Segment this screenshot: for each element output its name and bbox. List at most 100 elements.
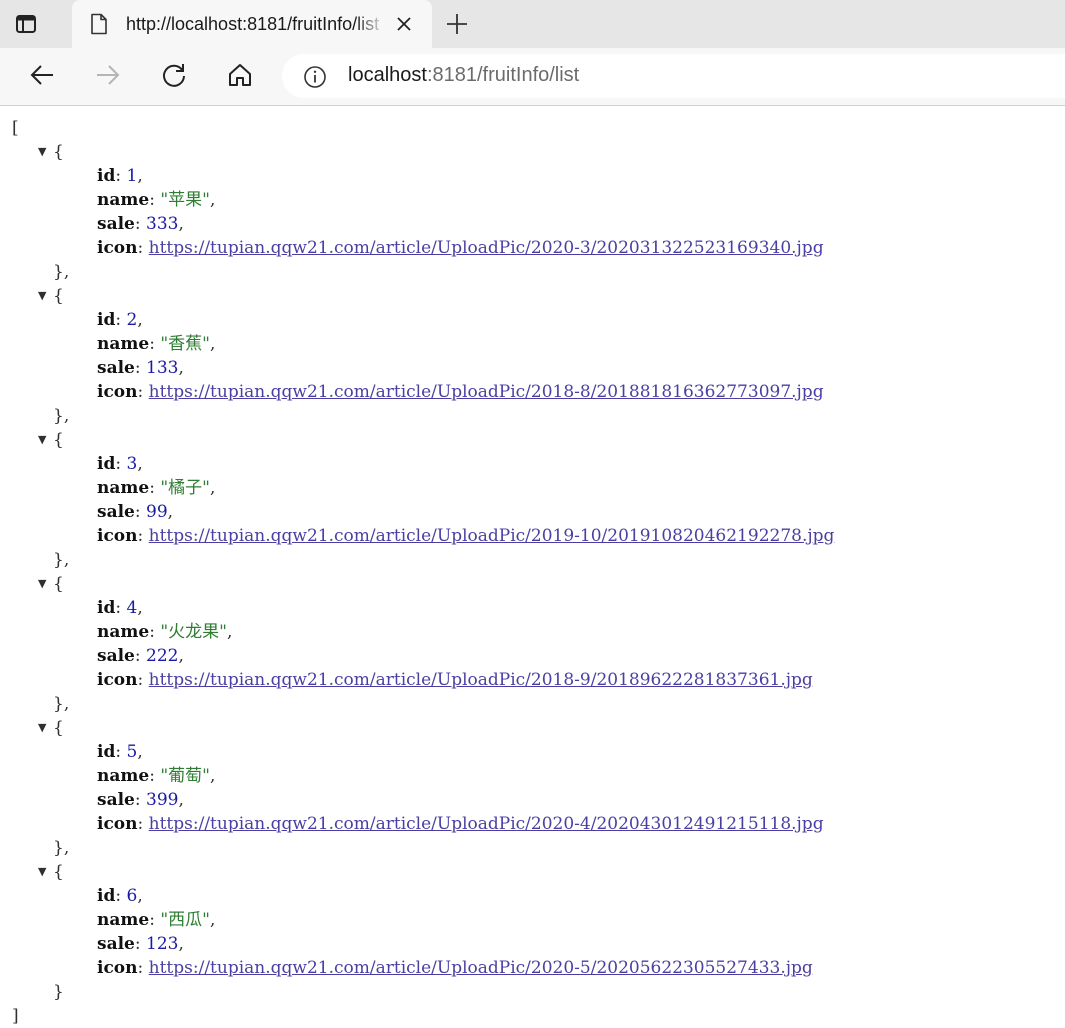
- json-value-name: "火龙果": [160, 622, 227, 642]
- icon-url-link[interactable]: https://tupian.qqw21.com/article/UploadP…: [149, 958, 813, 978]
- json-field-name: name: "橘子",: [97, 478, 216, 498]
- json-key: id: [97, 166, 116, 186]
- url-path: :8181/fruitInfo/list: [426, 64, 580, 86]
- json-key: sale: [97, 502, 135, 522]
- json-key: icon: [97, 814, 138, 834]
- object-open-brace: {: [53, 574, 64, 594]
- back-arrow-icon[interactable]: [27, 60, 57, 90]
- browser-tab[interactable]: http://localhost:8181/fruitInfo/list: [72, 0, 432, 48]
- json-value-id: 6: [126, 886, 138, 906]
- json-field-sale: sale: 333,: [97, 214, 184, 234]
- json-value-id: 2: [126, 310, 138, 330]
- json-value-id: 3: [126, 454, 138, 474]
- json-key: icon: [97, 382, 138, 402]
- json-field-icon: icon: https://tupian.qqw21.com/article/U…: [97, 526, 835, 546]
- json-value-sale: 222: [146, 646, 179, 666]
- icon-url-link[interactable]: https://tupian.qqw21.com/article/UploadP…: [149, 670, 813, 690]
- json-value-sale: 333: [146, 214, 179, 234]
- json-field-sale: sale: 222,: [97, 646, 184, 666]
- json-value-id: 5: [126, 742, 138, 762]
- json-key: name: [97, 766, 150, 786]
- collapse-toggle-icon[interactable]: ▼: [38, 577, 46, 590]
- json-key: sale: [97, 646, 135, 666]
- json-field-id: id: 4,: [97, 598, 143, 618]
- json-field-icon: icon: https://tupian.qqw21.com/article/U…: [97, 814, 824, 834]
- json-value-name: "香蕉": [160, 334, 210, 354]
- home-icon[interactable]: [225, 60, 255, 90]
- json-viewer: [ ▼ { id: 1, name: "苹果", sale: 333, icon: htt…: [0, 106, 1065, 1026]
- json-key: icon: [97, 526, 138, 546]
- object-close-brace: },: [53, 406, 70, 426]
- tab-title: http://localhost:8181/fruitInfo/list: [126, 14, 380, 34]
- json-key: name: [97, 622, 150, 642]
- json-field-name: name: "火龙果",: [97, 622, 233, 642]
- navigation-toolbar: localhost:8181/fruitInfo/list: [0, 48, 1065, 106]
- json-field-id: id: 2,: [97, 310, 143, 330]
- open-bracket: [: [12, 118, 19, 138]
- json-key: name: [97, 190, 150, 210]
- icon-url-link[interactable]: https://tupian.qqw21.com/article/UploadP…: [149, 238, 824, 258]
- json-field-id: id: 1,: [97, 166, 143, 186]
- json-field-name: name: "葡萄",: [97, 766, 216, 786]
- icon-url-link[interactable]: https://tupian.qqw21.com/article/UploadP…: [149, 382, 824, 402]
- icon-url-link[interactable]: https://tupian.qqw21.com/article/UploadP…: [149, 814, 824, 834]
- plus-icon[interactable]: [444, 11, 470, 37]
- info-icon[interactable]: [303, 65, 327, 89]
- json-key: sale: [97, 214, 135, 234]
- json-value-id: 4: [126, 598, 138, 618]
- json-value-name: "西瓜": [160, 910, 210, 930]
- json-key: name: [97, 478, 150, 498]
- json-key: name: [97, 334, 150, 354]
- object-open-brace: {: [53, 286, 64, 306]
- json-value-name: "苹果": [160, 190, 210, 210]
- icon-url-link[interactable]: https://tupian.qqw21.com/article/UploadP…: [149, 526, 835, 546]
- json-field-sale: sale: 123,: [97, 934, 184, 954]
- json-key: id: [97, 886, 116, 906]
- collapse-toggle-icon[interactable]: ▼: [38, 721, 46, 734]
- object-close-brace: }: [53, 982, 64, 1002]
- close-icon[interactable]: [394, 14, 414, 34]
- json-field-icon: icon: https://tupian.qqw21.com/article/U…: [97, 670, 813, 690]
- json-value-name: "葡萄": [160, 766, 210, 786]
- collapse-toggle-icon[interactable]: ▼: [38, 433, 46, 446]
- json-field-id: id: 6,: [97, 886, 143, 906]
- json-key: id: [97, 310, 116, 330]
- object-open-brace: {: [53, 430, 64, 450]
- json-field-id: id: 3,: [97, 454, 143, 474]
- object-close-brace: },: [53, 262, 70, 282]
- json-key: sale: [97, 790, 135, 810]
- tab-strip: http://localhost:8181/fruitInfo/list: [0, 0, 1065, 48]
- json-field-sale: sale: 399,: [97, 790, 184, 810]
- object-open-brace: {: [53, 862, 64, 882]
- json-field-icon: icon: https://tupian.qqw21.com/article/U…: [97, 238, 824, 258]
- json-value-sale: 123: [146, 934, 179, 954]
- json-key: sale: [97, 358, 135, 378]
- json-field-name: name: "西瓜",: [97, 910, 216, 930]
- url-host: localhost: [348, 64, 427, 86]
- json-field-name: name: "香蕉",: [97, 334, 216, 354]
- json-value-id: 1: [126, 166, 138, 186]
- address-bar[interactable]: localhost:8181/fruitInfo/list: [282, 54, 1065, 98]
- object-close-brace: },: [53, 550, 70, 570]
- tab-actions-icon[interactable]: [14, 12, 38, 36]
- json-key: name: [97, 910, 150, 930]
- json-value-name: "橘子": [160, 478, 210, 498]
- collapse-toggle-icon[interactable]: ▼: [38, 289, 46, 302]
- close-bracket: ]: [12, 1006, 19, 1026]
- json-field-sale: sale: 99,: [97, 502, 174, 522]
- json-field-name: name: "苹果",: [97, 190, 216, 210]
- json-field-sale: sale: 133,: [97, 358, 184, 378]
- json-field-icon: icon: https://tupian.qqw21.com/article/U…: [97, 382, 824, 402]
- refresh-icon[interactable]: [159, 60, 189, 90]
- json-key: id: [97, 598, 116, 618]
- object-open-brace: {: [53, 718, 64, 738]
- collapse-toggle-icon[interactable]: ▼: [38, 865, 46, 878]
- json-value-sale: 133: [146, 358, 179, 378]
- collapse-toggle-icon[interactable]: ▼: [38, 145, 46, 158]
- address-url[interactable]: localhost:8181/fruitInfo/list: [348, 64, 579, 87]
- object-close-brace: },: [53, 694, 70, 714]
- forward-arrow-icon[interactable]: [93, 60, 123, 90]
- json-field-id: id: 5,: [97, 742, 143, 762]
- json-key: id: [97, 454, 116, 474]
- json-key: icon: [97, 238, 138, 258]
